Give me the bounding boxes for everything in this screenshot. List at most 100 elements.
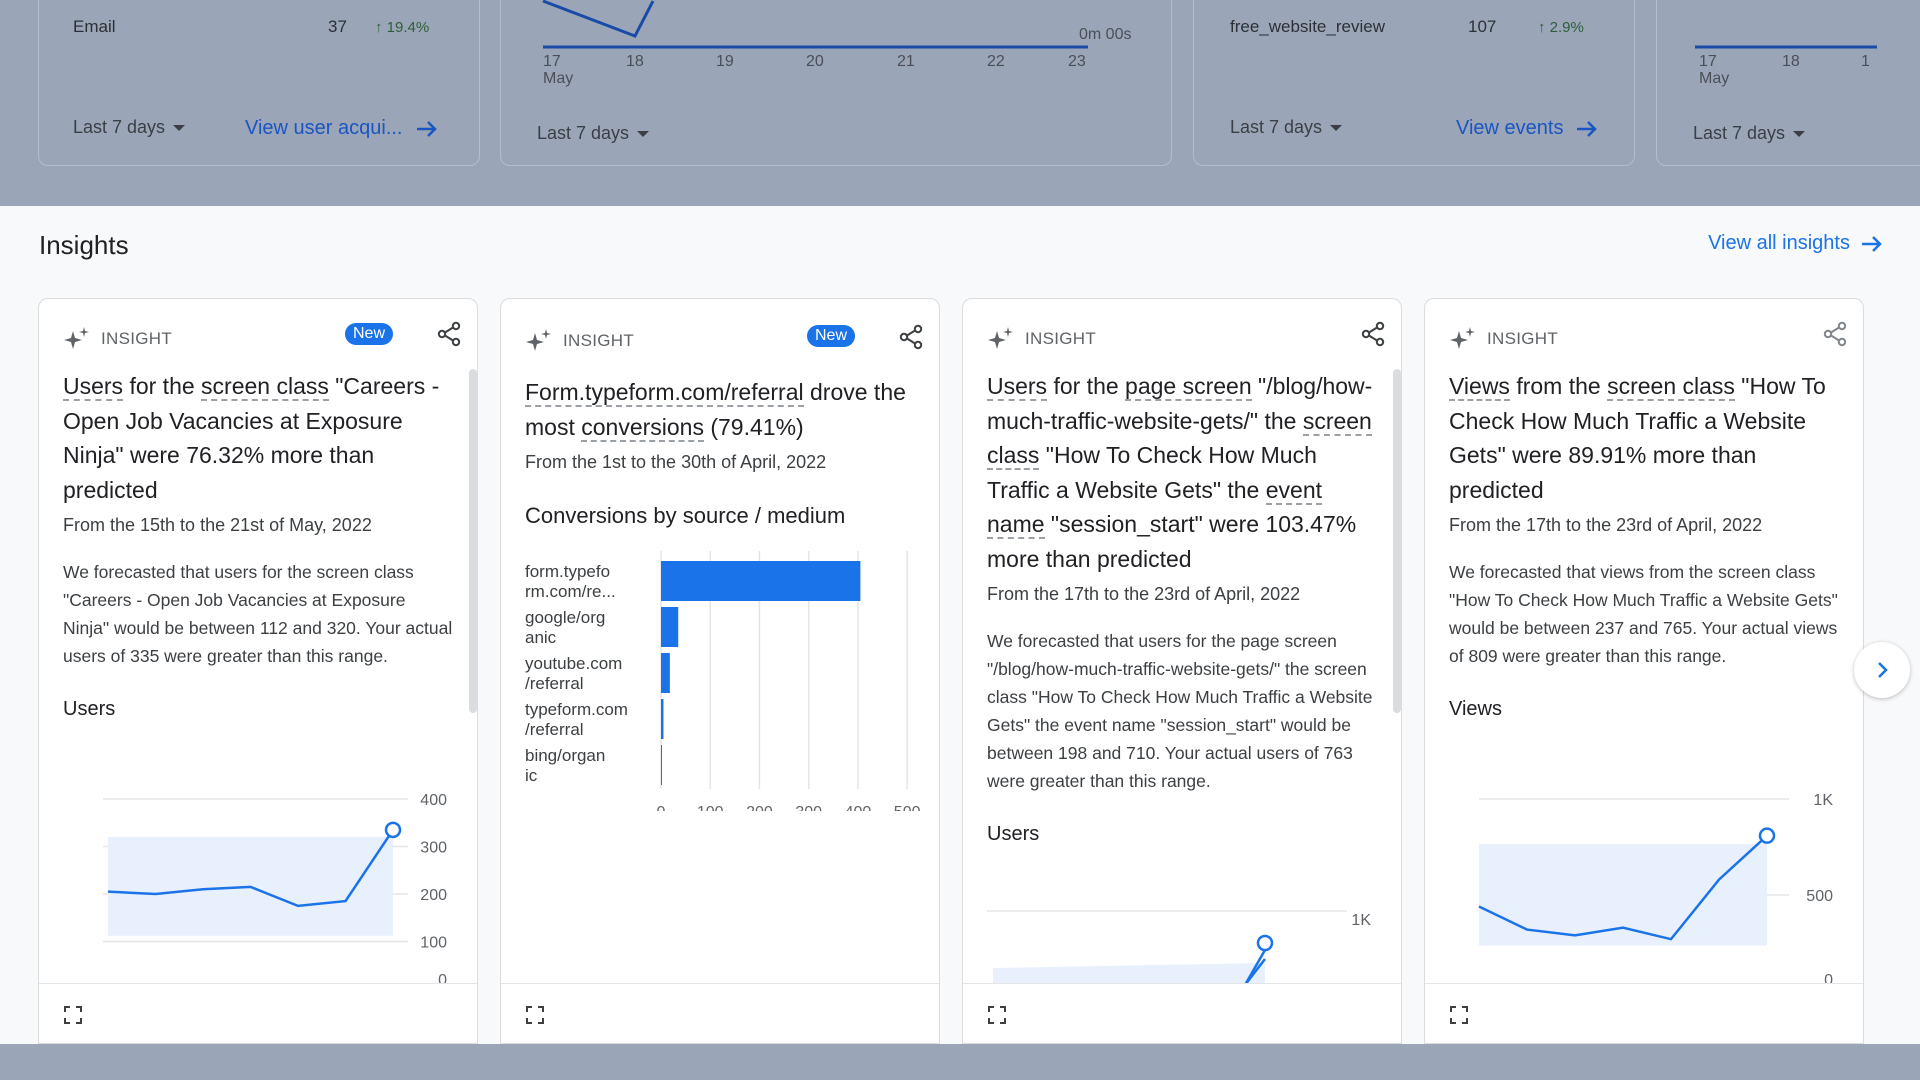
insights-section: Insights View all insights INSIGHT New U… [0,206,1920,1044]
arrow-right-icon [1862,235,1882,252]
dimension-term[interactable]: Users [987,373,1048,401]
insight-body: Users for the screen class "Careers - Op… [63,369,453,721]
insight-header: INSIGHT [525,327,634,355]
bar [661,607,679,647]
users-line-chart: 4003002001000 [103,792,447,989]
insight-card[interactable]: INSIGHT Views from the screen class "How… [1424,298,1864,1044]
view-events-link[interactable]: View events [1456,117,1599,140]
forecast-band [1479,844,1767,946]
date-range-dropdown[interactable]: Last 7 days [73,117,186,138]
x-tick: 23 [1068,53,1086,70]
card-footer [1425,983,1863,1043]
x-tick: 18 [1782,53,1800,70]
insight-headline: Views from the screen class "How To Chec… [1449,369,1839,507]
share-icon[interactable] [436,321,462,347]
y-tick-label: 200 [420,887,447,904]
headline-text: (79.41%) [703,413,804,440]
table-row: Email 37 ↑ 19.4% [73,17,443,37]
events-card: free_website_review 107 ↑ 2.9% Last 7 da… [1193,0,1635,166]
insight-date-range: From the 17th to the 23rd of April, 2022 [987,584,1301,604]
expand-icon[interactable] [526,1006,544,1024]
bar [661,745,662,785]
dimension-term[interactable]: Views [1449,373,1510,401]
overview-cards-strip: Email 37 ↑ 19.4% Last 7 days View user a… [0,0,1920,206]
view-all-insights-link[interactable]: View all insights [1708,232,1884,255]
x-tick: 21 [897,53,915,70]
next-insight-button[interactable] [1854,642,1910,698]
share-icon[interactable] [1822,321,1848,347]
insight-label: INSIGHT [1487,329,1559,348]
share-icon[interactable] [898,324,924,350]
row-label: Email [73,17,116,36]
dimension-term[interactable]: screen class [1607,373,1735,401]
sparkle-icon [988,327,1013,349]
chevron-down-icon [1793,130,1806,137]
chart-title: Conversions by source / medium [525,503,846,528]
x-tick: 19 [716,53,734,70]
date-range-dropdown[interactable]: Last 7 days [1230,117,1343,138]
insight-card[interactable]: INSIGHT New Users for the screen class "… [38,298,478,1044]
partial-card: 17 May 18 1 Last 7 days [1656,0,1920,166]
x-tick-label: 200 [746,804,773,811]
y-tick-label: 400 [420,792,447,809]
insight-header: INSIGHT [1449,325,1558,353]
metric-label: Views [1449,698,1502,720]
x-tick: 20 [806,53,824,70]
date-range-dropdown[interactable]: Last 7 days [1693,123,1806,144]
expand-icon[interactable] [1450,1006,1468,1024]
expand-icon[interactable] [988,1006,1006,1024]
table-row: free_website_review 107 ↑ 2.9% [1230,17,1600,37]
category-label: rm.com/re... [525,582,616,601]
insight-label: INSIGHT [101,329,173,348]
expand-icon[interactable] [64,1006,82,1024]
forecast-band [993,963,1265,985]
y-tick-label: 100 [420,935,447,952]
x-tick: 22 [987,53,1005,70]
headline-text: for the [1047,373,1126,399]
dimension-term[interactable]: conversions [581,413,704,442]
insight-description: We forecasted that users for the page sc… [987,631,1373,791]
insight-card[interactable]: INSIGHT Users for the page screen "/blog… [962,298,1402,1044]
x-tick-label: 500 [894,804,921,811]
dimension-term[interactable]: screen class [201,373,329,401]
insight-card[interactable]: INSIGHT New Form.typeform.com/referral d… [500,298,940,1044]
x-tick-label: 100 [697,804,724,811]
date-range-label: Last 7 days [1693,123,1786,143]
y-tick-label: 300 [420,840,447,857]
share-icon[interactable] [1360,321,1386,347]
engagement-time-card: 0m 00s 17 May 18 19 20 21 22 23 Last 7 d… [500,0,1172,166]
insight-headline: Users for the page screen "/blog/how-muc… [987,369,1377,576]
date-range-label: Last 7 days [73,117,166,137]
conversions-bar-chart: 0 100 200 300 400 500 form.typeform.com/re... g… [525,551,921,811]
headline-text: for the [123,373,202,399]
x-tick: 17 [543,53,561,70]
insight-description: We forecasted that users for the screen … [63,562,453,666]
page-bottom-overlay [0,1044,1920,1080]
row-change-value: 19.4% [386,18,430,36]
new-badge: New [345,323,394,345]
x-month: May [1699,70,1730,87]
anomaly-point [384,821,402,839]
y-tick-label: 1K [1351,912,1371,929]
category-label: bing/organ [525,746,605,765]
insight-date-range: From the 15th to the 21st of May, 2022 [63,515,372,535]
link-label: View user acqui... [245,117,403,139]
view-user-acquisition-link[interactable]: View user acqui... [245,117,439,140]
chevron-down-icon [637,130,650,137]
y-tick-label: 1K [1813,792,1833,809]
card-footer [39,983,477,1043]
dimension-term[interactable]: Users [63,373,124,401]
bar [661,561,861,601]
dimension-term[interactable]: Form.typeform.com/referral [525,379,804,407]
row-label: free_website_review [1230,17,1385,36]
insight-header: INSIGHT [987,325,1096,353]
dimension-term[interactable]: page screen [1125,373,1252,401]
scrollbar[interactable] [1393,369,1401,713]
chevron-down-icon [1330,124,1343,131]
x-month: May [543,70,574,87]
insights-title: Insights [39,230,129,260]
anomaly-point [1256,934,1274,952]
date-range-dropdown[interactable]: Last 7 days [537,123,650,144]
scrollbar[interactable] [469,369,477,713]
card-footer [501,983,939,1043]
